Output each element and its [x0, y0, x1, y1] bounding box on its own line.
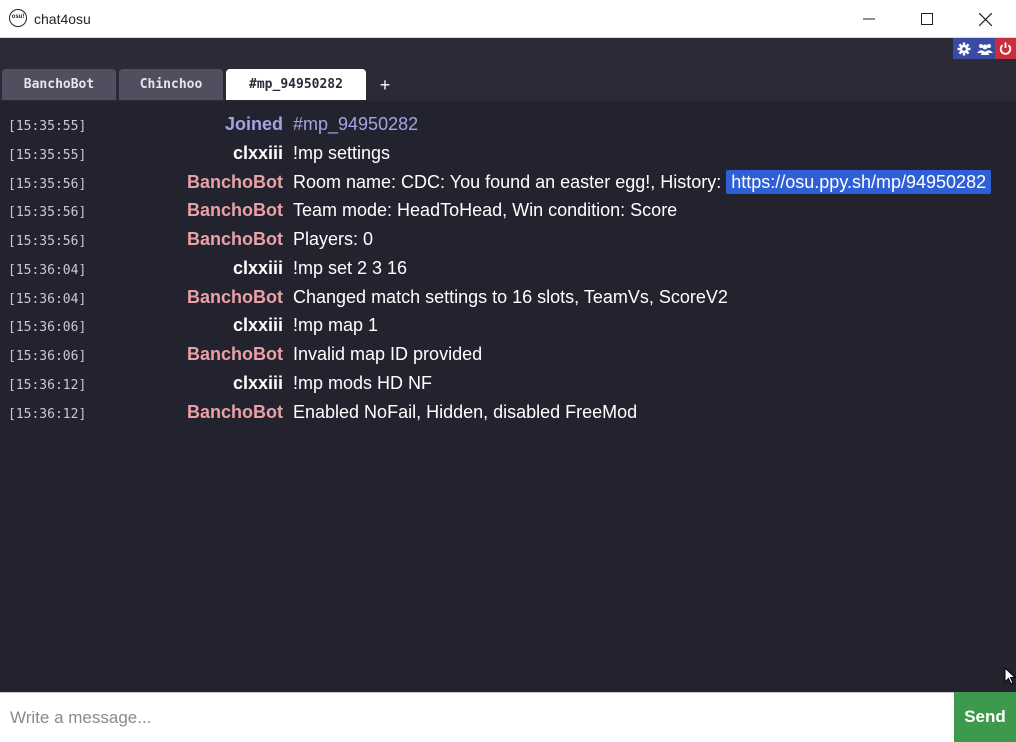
tab-chinchoo[interactable]: Chinchoo — [119, 69, 223, 100]
message-text: Enabled NoFail, Hidden, disabled FreeMod — [293, 402, 638, 422]
minimize-button[interactable] — [840, 0, 898, 38]
message-username[interactable]: clxxiii — [233, 315, 283, 336]
message-row: [15:35:55] clxxiii !mp settings — [0, 141, 1016, 170]
message-row: [15:36:04] clxxiii !mp set 2 3 16 — [0, 256, 1016, 285]
message-text: Team mode: HeadToHead, Win condition: Sc… — [293, 200, 678, 220]
message-username[interactable]: clxxiii — [233, 258, 283, 279]
users-button[interactable] — [974, 38, 995, 59]
message-timestamp: [15:36:12] — [8, 378, 87, 393]
maximize-icon — [921, 13, 933, 25]
message-row: [15:35:56] BanchoBot Players: 0 — [0, 227, 1016, 256]
message-text: !mp set 2 3 16 — [293, 258, 408, 278]
message-text-body: Room name: CDC: You found an easter egg!… — [293, 172, 722, 192]
message-username[interactable]: BanchoBot — [187, 402, 283, 423]
message-timestamp: [15:36:12] — [8, 407, 87, 422]
message-timestamp: [15:35:56] — [8, 205, 87, 220]
close-button[interactable] — [956, 0, 1014, 38]
mouse-cursor-icon — [1004, 667, 1016, 685]
message-row: [15:36:12] clxxiii !mp mods HD NF — [0, 371, 1016, 400]
message-username[interactable]: BanchoBot — [187, 172, 283, 193]
disconnect-button[interactable] — [995, 38, 1016, 59]
channel-tab-bar: BanchoBot Chinchoo #mp_94950282 + — [0, 60, 1016, 101]
top-toolbar — [0, 38, 1016, 60]
close-icon — [978, 12, 992, 26]
message-text: !mp settings — [293, 143, 391, 163]
message-composer: Send — [0, 692, 1016, 742]
tab-banchobot[interactable]: BanchoBot — [2, 69, 116, 100]
message-row: [15:35:55] Joined #mp_94950282 — [0, 112, 1016, 141]
message-text: !mp map 1 — [293, 315, 379, 335]
message-text: Room name: CDC: You found an easter egg!… — [293, 170, 992, 194]
message-username[interactable]: clxxiii — [233, 373, 283, 394]
window-title: chat4osu — [34, 11, 91, 27]
message-username[interactable]: BanchoBot — [187, 287, 283, 308]
message-row: [15:36:12] BanchoBot Enabled NoFail, Hid… — [0, 400, 1016, 429]
message-row: [15:36:06] BanchoBot Invalid map ID prov… — [0, 342, 1016, 371]
maximize-button[interactable] — [898, 0, 956, 38]
power-icon — [999, 42, 1012, 55]
mp-history-link[interactable]: https://osu.ppy.sh/mp/94950282 — [726, 170, 992, 194]
message-timestamp: [15:35:56] — [8, 177, 87, 192]
message-text: Changed match settings to 16 slots, Team… — [293, 287, 728, 307]
send-button[interactable]: Send — [954, 692, 1016, 742]
message-timestamp: [15:35:55] — [8, 148, 87, 163]
message-username[interactable]: BanchoBot — [187, 229, 283, 250]
message-text: Players: 0 — [293, 229, 374, 249]
message-row: [15:36:04] BanchoBot Changed match setti… — [0, 285, 1016, 314]
message-timestamp: [15:35:56] — [8, 234, 87, 249]
message-timestamp: [15:36:04] — [8, 263, 87, 278]
message-username[interactable]: BanchoBot — [187, 344, 283, 365]
settings-button[interactable] — [953, 38, 974, 59]
message-timestamp: [15:35:55] — [8, 119, 87, 134]
minimize-icon — [863, 18, 875, 20]
message-timestamp: [15:36:06] — [8, 320, 87, 335]
chat-log: [15:35:55] Joined #mp_94950282 [15:35:55… — [0, 101, 1016, 692]
message-text: #mp_94950282 — [293, 114, 419, 134]
message-text: !mp mods HD NF — [293, 373, 433, 393]
message-text: Invalid map ID provided — [293, 344, 483, 364]
users-icon — [976, 43, 993, 55]
tab-mp-94950282[interactable]: #mp_94950282 — [226, 69, 366, 100]
message-row: [15:36:06] clxxiii !mp map 1 — [0, 313, 1016, 342]
app-logo-icon: osu! — [9, 9, 27, 27]
message-username: Joined — [224, 114, 283, 134]
gear-icon — [957, 42, 970, 55]
message-username[interactable]: clxxiii — [233, 143, 283, 164]
title-bar: osu! chat4osu — [0, 0, 1016, 38]
message-timestamp: [15:36:04] — [8, 292, 87, 307]
message-input[interactable] — [0, 692, 954, 742]
add-tab-button[interactable]: + — [376, 72, 394, 98]
message-row: [15:35:56] BanchoBot Room name: CDC: You… — [0, 170, 1016, 199]
message-timestamp: [15:36:06] — [8, 349, 87, 364]
message-row: [15:35:56] BanchoBot Team mode: HeadToHe… — [0, 198, 1016, 227]
message-username[interactable]: BanchoBot — [187, 200, 283, 221]
